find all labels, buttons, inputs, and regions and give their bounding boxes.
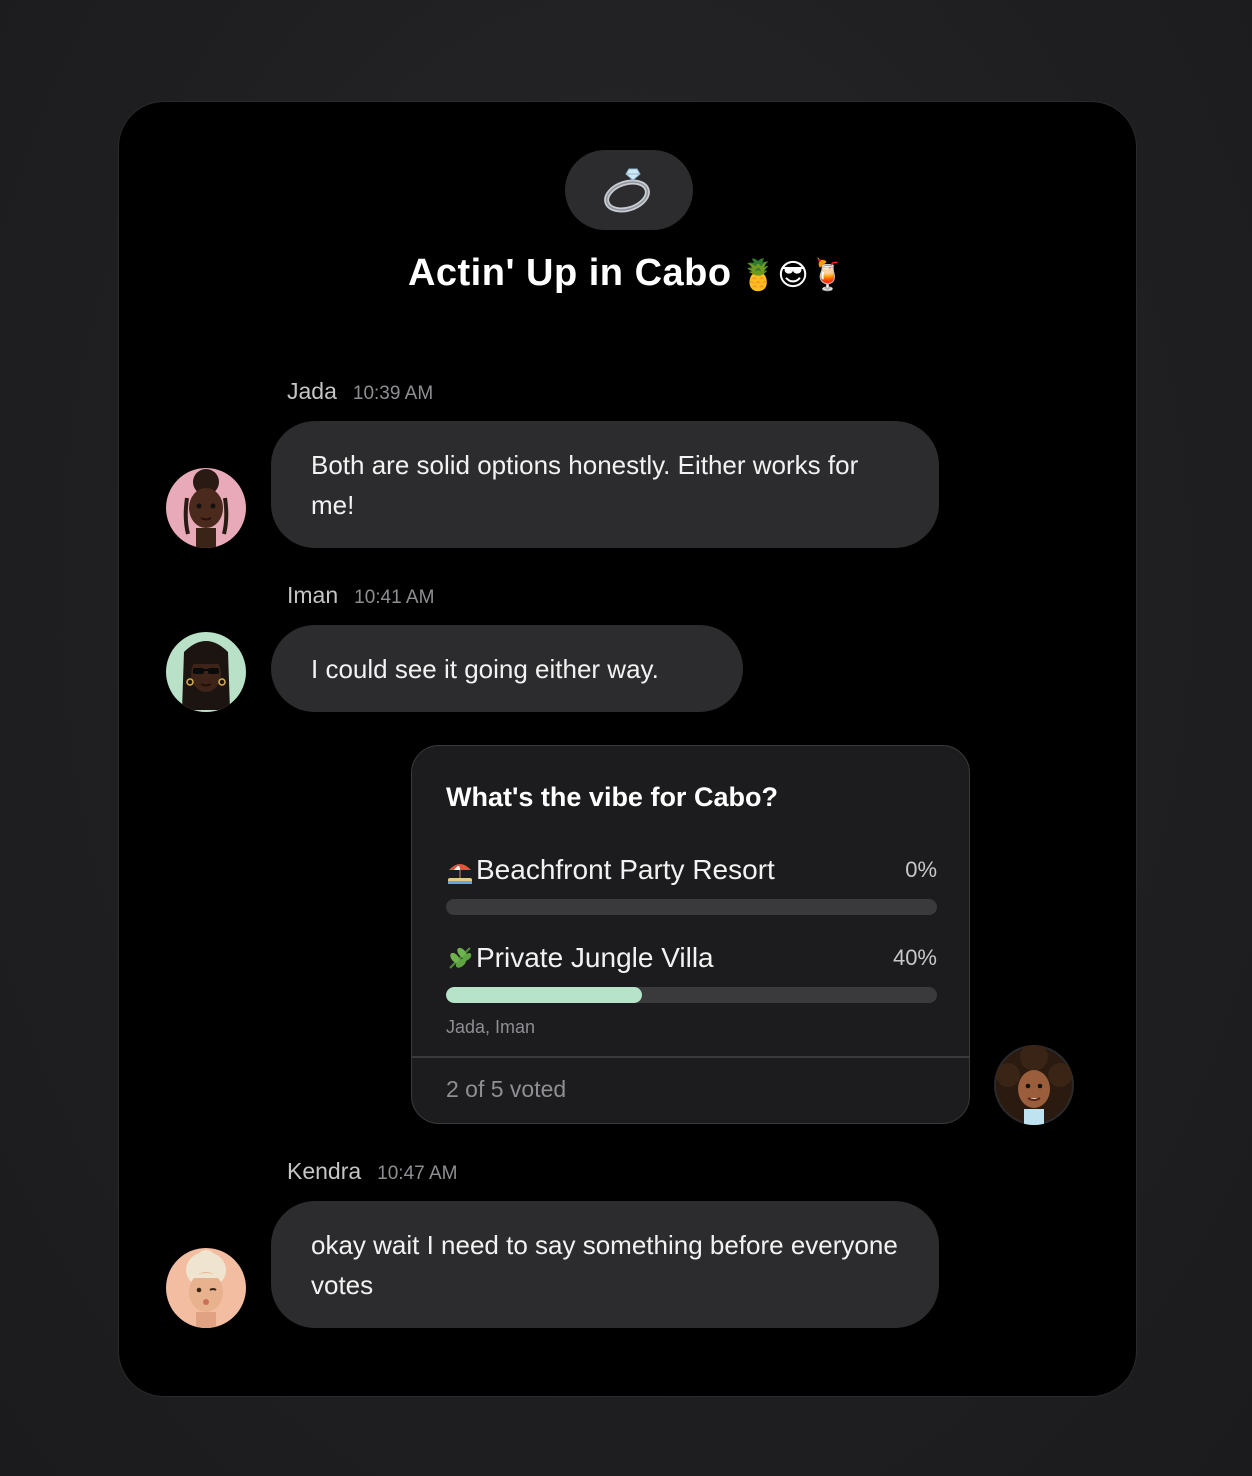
poll-progress-fill	[446, 987, 643, 1003]
message-meta: Iman 10:41 AM	[287, 582, 434, 609]
group-icon-button[interactable]	[565, 150, 693, 230]
poll-question: What's the vibe for Cabo?	[446, 782, 778, 812]
sender-name: Iman	[287, 582, 339, 608]
chat-title-text: Actin' Up in Cabo	[407, 252, 732, 294]
poll-option-voters: Jada, Iman	[446, 1017, 536, 1037]
poll-card[interactable]: What's the vibe for Cabo? Beachfront Par…	[411, 745, 970, 1124]
sender-name: Jada	[287, 378, 337, 404]
message-bubble[interactable]: okay wait I need to say something before…	[271, 1201, 939, 1328]
poll-option[interactable]: Beachfront Party Resort 0%	[446, 854, 937, 915]
message-time: 10:39 AM	[352, 383, 434, 404]
poll-option[interactable]: Private Jungle Villa 40% Jada, Iman	[446, 942, 937, 1038]
poll-progress-track	[446, 987, 937, 1003]
message-time: 10:47 AM	[377, 1163, 458, 1184]
avatar[interactable]	[166, 1248, 246, 1328]
memoji-avatar-icon	[166, 468, 246, 548]
poll-option-label: Beachfront Party Resort	[476, 854, 775, 885]
poll-option-label: Private Jungle Villa	[476, 942, 714, 973]
herb-leaf-icon	[449, 947, 472, 969]
poll-progress-track	[446, 899, 937, 915]
chat-card: Actin' Up in Cabo 🍍😎🍹 Jada 10:39 AM Both …	[118, 101, 1137, 1397]
message-meta: Jada 10:39 AM	[287, 378, 433, 405]
poll-divider	[412, 1056, 969, 1058]
message-meta: Kendra 10:47 AM	[287, 1158, 457, 1185]
sender-name: Kendra	[287, 1158, 362, 1184]
memoji-avatar-icon	[166, 632, 246, 712]
poll-option-percent: 40%	[892, 945, 937, 970]
memoji-avatar-icon	[166, 1248, 246, 1328]
poll-option-percent: 0%	[905, 857, 937, 882]
memoji-avatar-icon	[994, 1045, 1074, 1125]
avatar[interactable]	[994, 1045, 1074, 1125]
avatar[interactable]	[166, 468, 246, 548]
message-time: 10:41 AM	[354, 587, 435, 608]
message-bubble[interactable]: Both are solid options honestly. Either …	[271, 421, 939, 548]
ring-icon	[604, 168, 650, 213]
chat-title: Actin' Up in Cabo 🍍😎🍹	[119, 252, 1136, 295]
message-bubble[interactable]: I could see it going either way.	[271, 625, 743, 712]
poll-vote-count: 2 of 5 voted	[446, 1076, 567, 1102]
beach-umbrella-icon	[448, 864, 472, 884]
chat-title-emojis: 🍍😎🍹	[739, 259, 848, 292]
avatar[interactable]	[166, 632, 246, 712]
